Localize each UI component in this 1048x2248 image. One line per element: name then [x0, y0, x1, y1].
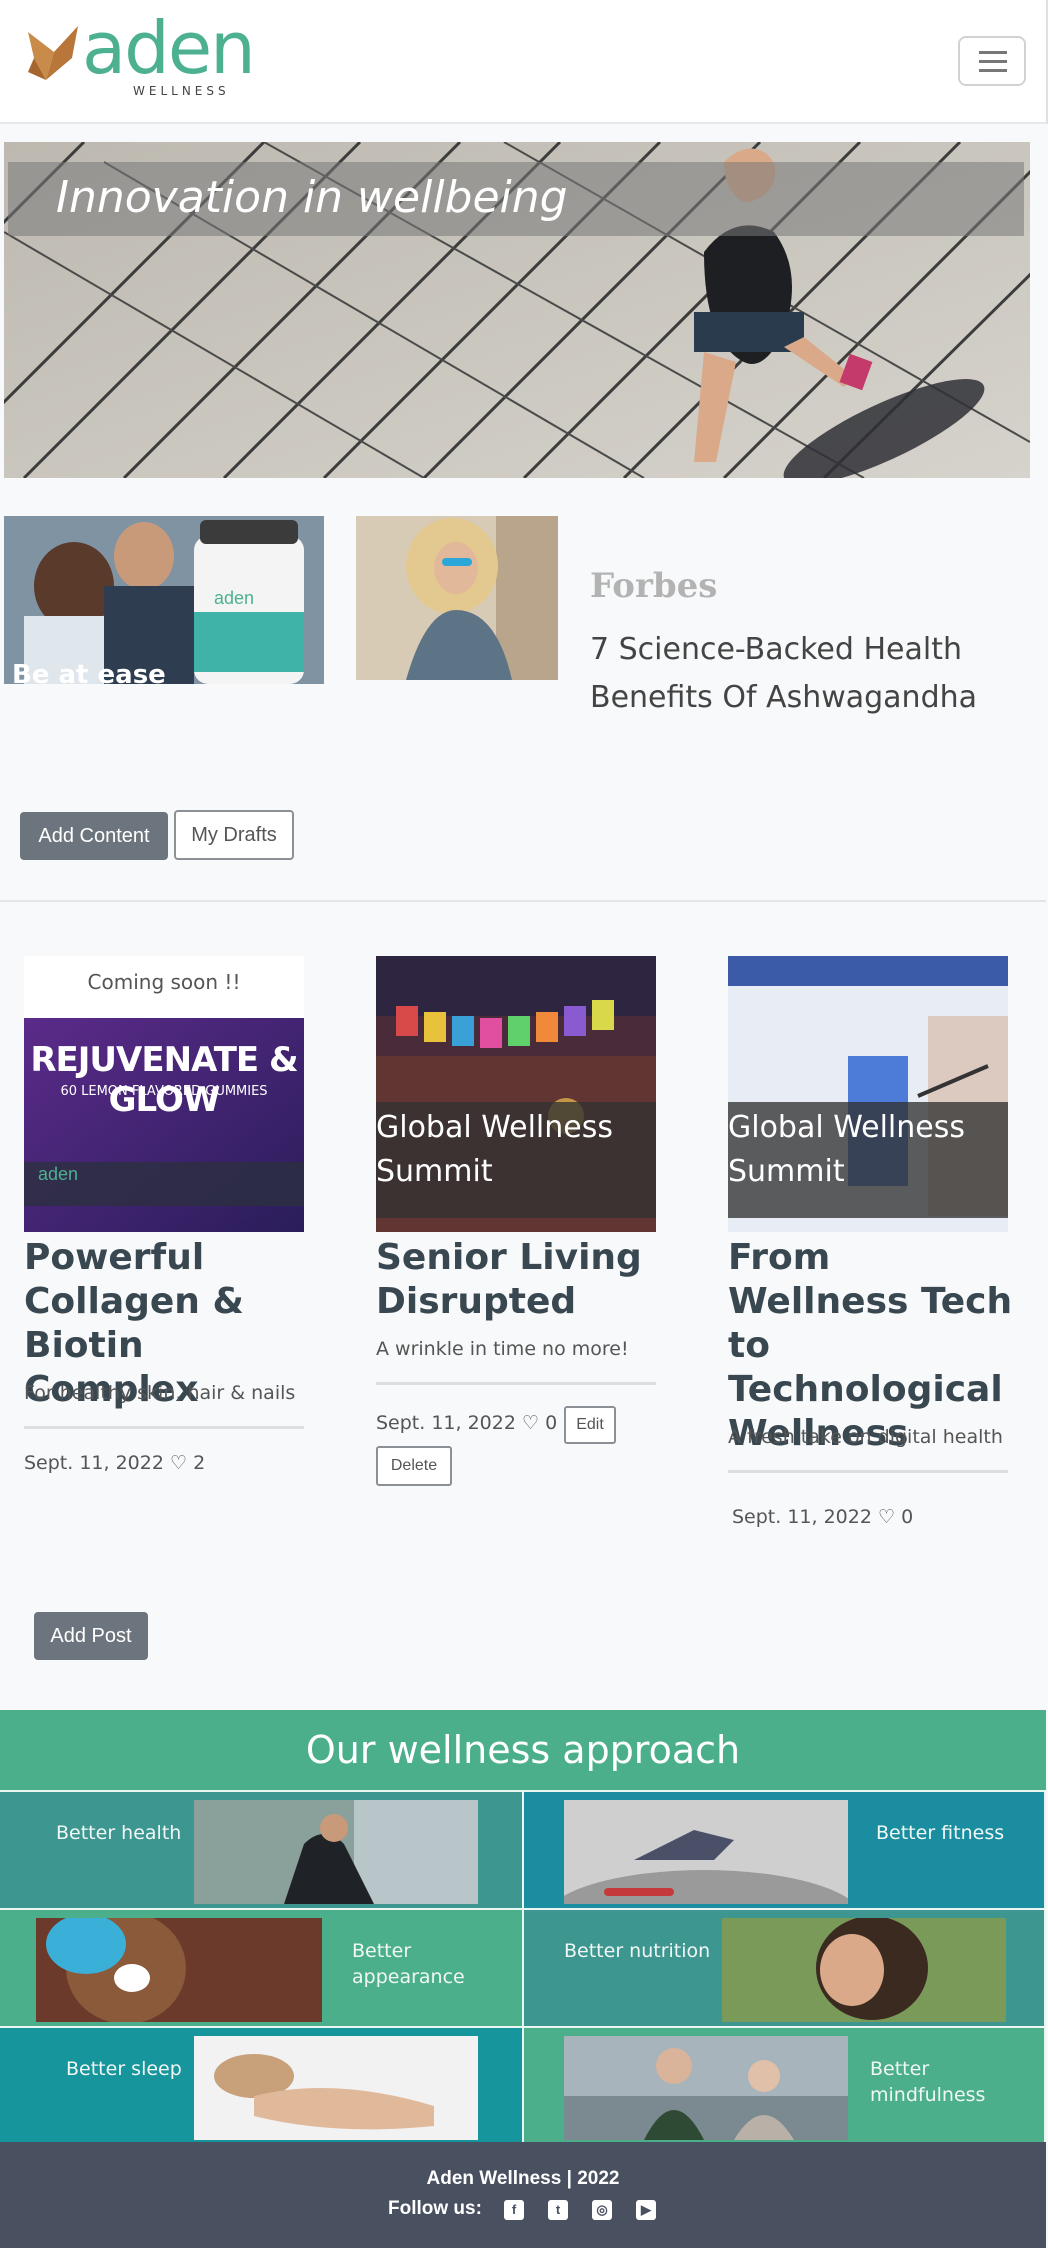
post-subtitle: For healthy skin, hair & nails	[24, 1382, 296, 1404]
tile-label: Better health	[56, 1822, 182, 1844]
product-name: REJUVENATE & GLOW	[30, 1040, 298, 1120]
follow-us-label: Follow us:	[388, 2198, 482, 2219]
section-title: Our wellness approach	[305, 1728, 741, 1772]
businessman-image	[194, 1800, 478, 1904]
svg-text:aden: aden	[38, 1164, 78, 1184]
heart-icon[interactable]: ♡	[522, 1412, 539, 1434]
tile-label: Better nutrition	[564, 1940, 711, 1962]
add-content-button[interactable]: Add Content	[20, 812, 168, 860]
hamburger-line	[979, 60, 1007, 63]
bird-logo-icon	[28, 26, 78, 80]
tile-better-fitness[interactable]: Better fitness	[524, 1790, 1046, 1908]
post-divider	[376, 1382, 656, 1385]
twitter-icon[interactable]: t	[548, 2200, 568, 2220]
hero-title: Innovation in wellbeing	[56, 172, 568, 223]
image-overlay-caption: Global Wellness Summit	[728, 1102, 1008, 1218]
sleeping-woman-image	[194, 2036, 478, 2140]
post-image[interactable]: Global Wellness Summit	[376, 956, 656, 1232]
tile-better-nutrition[interactable]: Better nutrition	[524, 1908, 1046, 2026]
image-caption: Coming soon !!	[87, 970, 241, 994]
tile-better-mindfulness[interactable]: Better mindfulness	[524, 2026, 1046, 2142]
tile-better-sleep[interactable]: Better sleep	[0, 2026, 524, 2142]
like-count: 0	[901, 1506, 914, 1528]
footer-copyright: Aden Wellness | 2022	[426, 2168, 620, 2189]
svg-text:aden: aden	[214, 588, 254, 608]
skater-image	[564, 1800, 848, 1904]
tile-label: Better fitness	[876, 1822, 1005, 1844]
post-subtitle: A wrinkle in time no more!	[376, 1338, 629, 1360]
add-post-button[interactable]: Add Post	[34, 1612, 148, 1660]
heart-icon[interactable]: ♡	[170, 1452, 187, 1474]
woman-smiling-image	[356, 516, 558, 680]
featured-tile-caption: Be at ease	[12, 660, 166, 684]
couple-with-supplement-image: aden	[4, 516, 324, 684]
tile-better-appearance[interactable]: Better appearance	[0, 1908, 524, 2026]
brand-tagline: WELLNESS	[133, 84, 230, 98]
post-date: Sept. 11, 2022	[732, 1506, 872, 1528]
instagram-icon[interactable]: ◎	[592, 2200, 612, 2220]
delete-button[interactable]: Delete	[376, 1446, 452, 1486]
post-meta: Sept. 11, 2022 ♡ 2	[24, 1452, 205, 1474]
post-date: Sept. 11, 2022	[24, 1452, 164, 1474]
post-title[interactable]: Senior Living Disrupted	[376, 1236, 666, 1324]
smiling-woman-image	[722, 1918, 1006, 2022]
post-meta: Sept. 11, 2022 ♡ 0	[732, 1506, 913, 1528]
post-divider	[728, 1470, 1008, 1473]
like-count: 2	[193, 1452, 206, 1474]
facebook-icon[interactable]: f	[504, 2200, 524, 2220]
tile-label: Better sleep	[66, 2058, 182, 2080]
post-image[interactable]: Global Wellness Summit	[728, 956, 1008, 1232]
tile-label: Better appearance	[352, 1940, 465, 1988]
featured-tile-supplement[interactable]: aden Be at ease	[4, 516, 324, 684]
tile-better-health[interactable]: Better health	[0, 1790, 524, 1908]
tile-label: Better mindfulness	[870, 2058, 986, 2106]
featured-article-title[interactable]: 7 Science-Backed Health Benefits Of Ashw…	[590, 626, 1020, 722]
laughing-woman-image	[36, 1918, 322, 2022]
product-subtext: 60 LEMON FLAVORED GUMMIES	[60, 1084, 268, 1099]
hamburger-line	[979, 69, 1007, 72]
post-date: Sept. 11, 2022	[376, 1412, 516, 1434]
youtube-icon[interactable]: ▶	[636, 2200, 656, 2220]
hamburger-icon	[979, 51, 1007, 54]
post-divider	[24, 1426, 304, 1429]
image-overlay-caption: Global Wellness Summit	[376, 1102, 656, 1218]
heart-icon[interactable]: ♡	[878, 1506, 895, 1528]
site-footer	[0, 2142, 1046, 2248]
like-count: 0	[545, 1412, 558, 1434]
section-divider	[0, 900, 1046, 902]
navbar: aden WELLNESS	[0, 0, 1048, 124]
post-image[interactable]: Coming soon !! aden REJUVENATE & GLOW 60…	[24, 956, 304, 1232]
my-drafts-button[interactable]: My Drafts	[174, 810, 294, 860]
edit-button[interactable]: Edit	[564, 1406, 616, 1444]
hero-banner[interactable]: Innovation in wellbeing	[4, 142, 1030, 478]
post-subtitle: A fresh take on digital health	[728, 1426, 1003, 1448]
featured-tile-forbes-image[interactable]	[356, 516, 558, 680]
post-title[interactable]: From Wellness Tech to Technological Well…	[728, 1236, 1018, 1456]
brand-name: aden	[82, 6, 256, 90]
elderly-couple-image	[564, 2036, 848, 2140]
post-meta: Sept. 11, 2022 ♡ 0 -	[376, 1412, 570, 1434]
menu-toggle-button[interactable]	[958, 36, 1026, 86]
publisher-name: Forbes	[590, 566, 718, 606]
